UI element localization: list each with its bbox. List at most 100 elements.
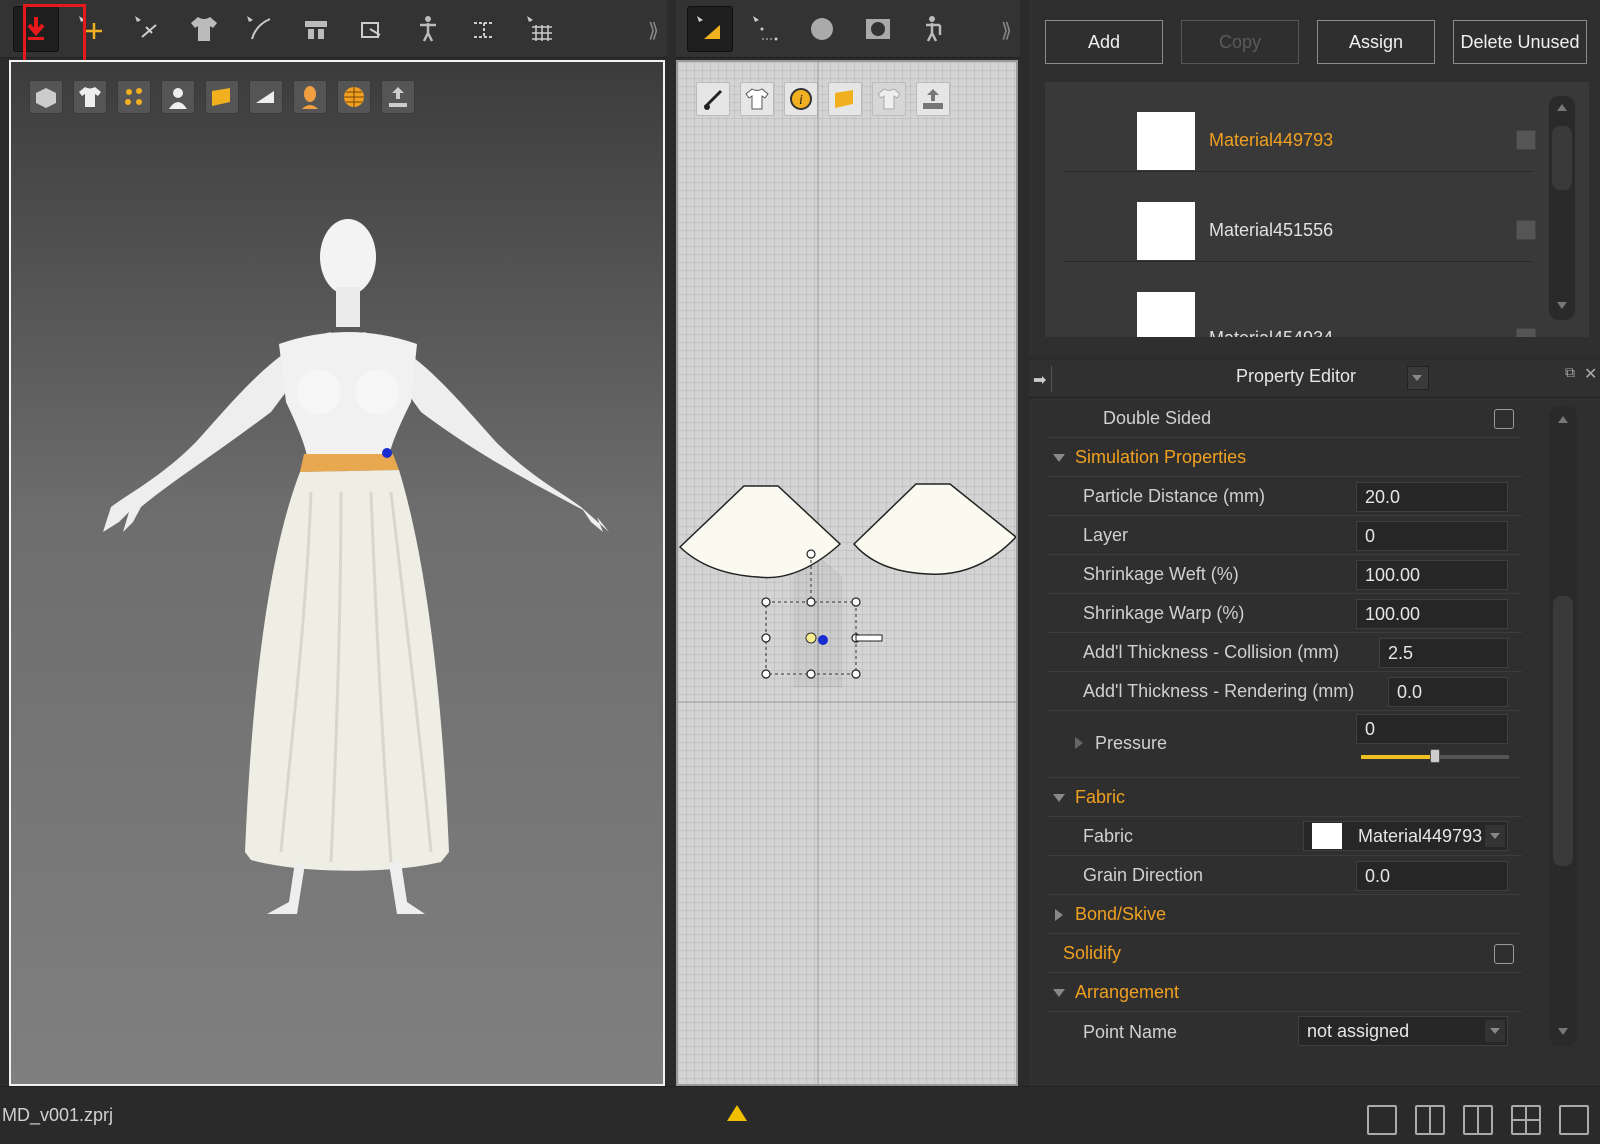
collapse-icon[interactable] — [1053, 794, 1065, 802]
polygon-icon[interactable] — [855, 6, 901, 52]
expand-icon[interactable] — [1075, 737, 1083, 749]
single-view-icon[interactable] — [1367, 1105, 1397, 1135]
expand-icon[interactable] — [1055, 909, 1063, 921]
scroll-thumb[interactable] — [1553, 596, 1573, 866]
pin-icon[interactable] — [461, 6, 507, 52]
property-label: Shrinkage Warp (%) — [1083, 603, 1245, 623]
edit-curvature-icon[interactable] — [237, 6, 283, 52]
add-button[interactable]: Add — [1045, 20, 1163, 64]
select-mesh-icon[interactable] — [125, 6, 171, 52]
warning-icon[interactable] — [727, 1105, 747, 1121]
layer-row: Layer 0 — [1047, 517, 1522, 555]
grain-direction-field[interactable]: 0.0 — [1356, 861, 1508, 891]
collapse-icon[interactable] — [1053, 454, 1065, 462]
avatar-pose-icon[interactable] — [911, 6, 957, 52]
shrinkage-weft-field[interactable]: 100.00 — [1356, 560, 1508, 590]
section-title: Fabric — [1075, 787, 1126, 807]
toolbar-more-icon[interactable]: ⟫ — [1001, 18, 1012, 43]
material-swatch — [1137, 292, 1195, 337]
scroll-down-icon[interactable] — [1557, 302, 1567, 309]
sewing-icon[interactable] — [349, 6, 395, 52]
list-item[interactable]: Material451556 — [1063, 172, 1536, 262]
thickness-collision-field[interactable]: 2.5 — [1379, 638, 1508, 668]
point-name-select[interactable]: not assigned — [1298, 1016, 1508, 1046]
property-label: Fabric — [1083, 826, 1134, 846]
arrangement-section-header[interactable]: Arrangement — [1047, 974, 1522, 1012]
grid-icon[interactable] — [517, 6, 563, 52]
property-label: Pressure — [1095, 733, 1168, 753]
transform-pattern-icon[interactable] — [687, 5, 733, 52]
material-name: Material449793 — [1209, 130, 1334, 150]
avatar-figure[interactable] — [11, 62, 663, 1084]
thickness-rendering-field[interactable]: 0.0 — [1388, 677, 1508, 707]
scroll-up-icon[interactable] — [1557, 104, 1567, 111]
3d-viewport[interactable] — [9, 60, 665, 1086]
property-scrollbar[interactable] — [1549, 406, 1577, 1046]
fabric-section-header[interactable]: Fabric — [1047, 779, 1522, 817]
property-editor: ➡ Property Editor ⧉ ✕ Double Sided Simul… — [1029, 360, 1600, 1086]
popout-icon[interactable]: ⧉ — [1565, 364, 1575, 381]
reset-view-icon[interactable] — [1559, 1105, 1589, 1135]
pressure-slider-fill — [1361, 755, 1435, 759]
pressure-slider[interactable] — [1361, 749, 1509, 763]
toolbar-2d: ⟫ — [676, 0, 1020, 58]
garment-icon[interactable] — [181, 6, 227, 52]
object-browser: Add Copy Assign Delete Unused Material44… — [1029, 0, 1600, 355]
list-item[interactable]: Material454934 — [1063, 262, 1536, 337]
three-view-icon[interactable] — [1463, 1105, 1493, 1135]
fabric-select[interactable]: Material449793 — [1303, 821, 1508, 851]
pressure-slider-handle[interactable] — [1430, 749, 1440, 763]
chevron-down-icon[interactable] — [1485, 825, 1505, 847]
assign-button[interactable]: Assign — [1317, 20, 1435, 64]
file-name: MD_v001.zprj — [2, 1105, 114, 1125]
quad-view-icon[interactable] — [1511, 1105, 1541, 1135]
panel-menu-dropdown[interactable] — [1407, 366, 1429, 390]
bond-skive-section-header[interactable]: Bond/Skive — [1047, 896, 1522, 934]
layer-field[interactable]: 0 — [1356, 521, 1508, 551]
download-icon[interactable] — [1516, 220, 1536, 240]
download-icon[interactable] — [1516, 130, 1536, 150]
fabric-row: Fabric Material449793 — [1047, 818, 1522, 856]
scroll-down-icon[interactable] — [1558, 1028, 1568, 1035]
fabric-value: Material449793 — [1358, 825, 1483, 846]
arrow-right-icon[interactable]: ➡ — [1033, 370, 1046, 390]
delete-unused-button[interactable]: Delete Unused — [1453, 20, 1587, 64]
toolbar-3d: ⟫ — [0, 0, 667, 58]
avatar-icon[interactable] — [405, 6, 451, 52]
copy-button[interactable]: Copy — [1181, 20, 1299, 64]
double-sided-checkbox[interactable] — [1494, 409, 1514, 429]
panel-title: Property Editor — [1236, 366, 1357, 386]
edit-points-icon[interactable] — [743, 6, 789, 52]
2d-pattern-viewport[interactable]: i — [676, 60, 1018, 1086]
section-title: Simulation Properties — [1075, 447, 1247, 467]
solidify-checkbox[interactable] — [1494, 944, 1514, 964]
material-swatch — [1137, 202, 1195, 260]
list-item[interactable]: Material449793 — [1063, 82, 1536, 172]
shrinkage-warp-field[interactable]: 100.00 — [1356, 599, 1508, 629]
material-name: Material451556 — [1209, 220, 1334, 240]
scroll-thumb[interactable] — [1552, 126, 1572, 190]
collapse-icon[interactable] — [1053, 989, 1065, 997]
grain-direction-row: Grain Direction 0.0 — [1047, 857, 1522, 895]
split-view-icon[interactable] — [1415, 1105, 1445, 1135]
pressure-field[interactable]: 0 — [1356, 714, 1508, 744]
simulation-section-header[interactable]: Simulation Properties — [1047, 439, 1522, 477]
circle-pattern-icon[interactable] — [799, 6, 845, 52]
download-icon[interactable] — [1516, 328, 1536, 337]
particle-distance-field[interactable]: 20.0 — [1356, 482, 1508, 512]
shrinkage-weft-row: Shrinkage Weft (%) 100.00 — [1047, 556, 1522, 594]
fold-arrangement-icon[interactable] — [293, 6, 339, 52]
property-label: Add'l Thickness - Rendering (mm) — [1083, 681, 1355, 701]
toolbar-more-icon[interactable]: ⟫ — [648, 18, 659, 43]
material-name: Material454934 — [1209, 328, 1333, 337]
chevron-down-icon[interactable] — [1485, 1020, 1505, 1042]
scroll-up-icon[interactable] — [1558, 416, 1568, 423]
material-scrollbar[interactable] — [1549, 96, 1575, 320]
status-bar: MD_v001.zprj — [0, 1086, 1600, 1144]
solidify-row: Solidify — [1047, 935, 1522, 973]
pattern-canvas[interactable] — [678, 62, 1016, 1084]
divider — [1051, 366, 1052, 392]
point-name-row: Point Name not assigned — [1047, 1013, 1522, 1051]
material-list: Material449793 Material451556 Material45… — [1045, 82, 1589, 337]
close-icon[interactable]: ✕ — [1584, 364, 1597, 384]
